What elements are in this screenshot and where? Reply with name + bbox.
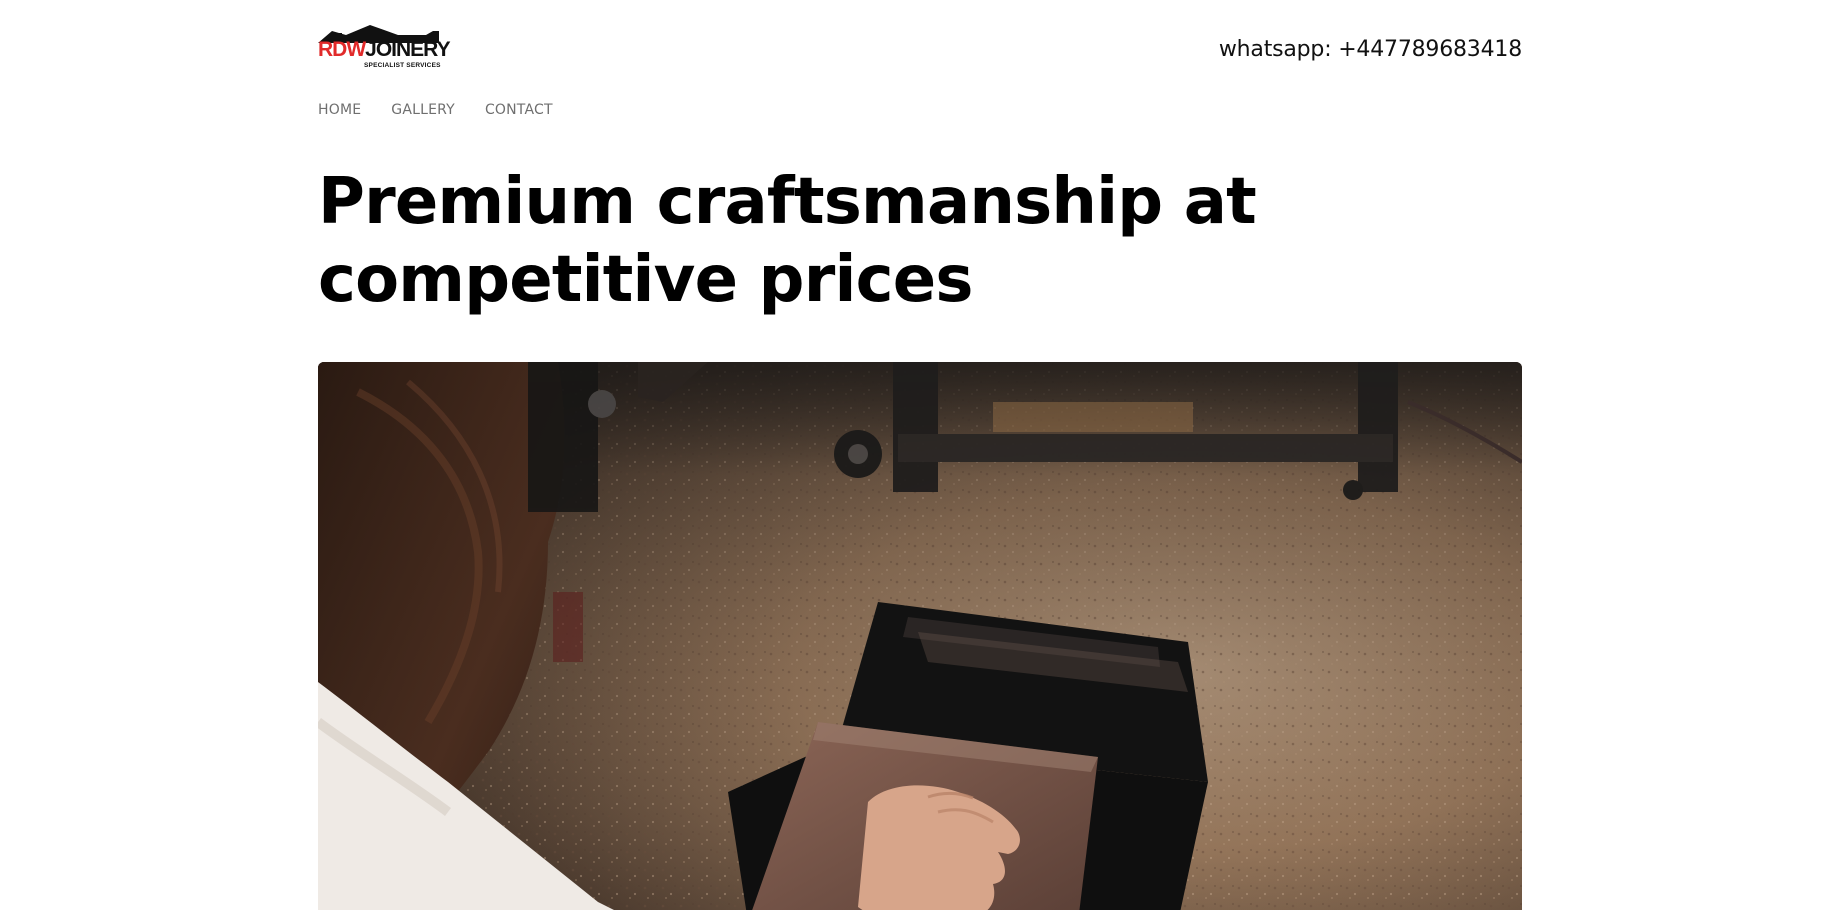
hero-title: Premium craftsmanship at competitive pri…: [318, 165, 1257, 317]
hero-image: [318, 362, 1522, 910]
logo-subtitle: SPECIALIST SERVICES: [364, 62, 441, 69]
logo-link[interactable]: RDWJOINERY SPECIALIST SERVICES: [318, 25, 453, 73]
woodworking-photo-icon: [318, 362, 1522, 910]
site-header: RDWJOINERY SPECIALIST SERVICES whatsapp:…: [318, 25, 1522, 75]
nav-link-home[interactable]: HOME: [318, 100, 361, 120]
nav-link-contact[interactable]: CONTACT: [485, 100, 553, 120]
main-nav: HOME GALLERY CONTACT: [318, 100, 553, 120]
content-wrapper: RDWJOINERY SPECIALIST SERVICES whatsapp:…: [318, 0, 1522, 910]
page: RDWJOINERY SPECIALIST SERVICES whatsapp:…: [0, 0, 1841, 910]
nav-link-gallery[interactable]: GALLERY: [391, 100, 455, 120]
logo-wordmark: RDWJOINERY: [318, 38, 451, 61]
whatsapp-contact: whatsapp: +447789683418: [1218, 37, 1522, 62]
logo-rdw-text: RDW: [318, 38, 366, 61]
logo-joinery-text: JOINERY: [365, 38, 450, 61]
